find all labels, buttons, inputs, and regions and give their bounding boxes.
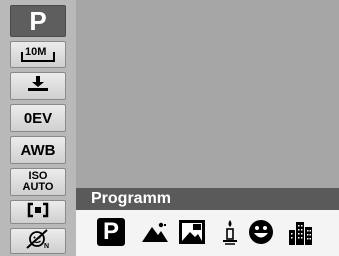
white-balance-button[interactable]: AWB: [10, 136, 66, 164]
scene-panel: Programm P: [76, 188, 339, 256]
image-size-button[interactable]: 10M: [10, 41, 66, 68]
face-detect-button[interactable]: N: [10, 228, 66, 254]
camera-screen: P 10M 0EV AWB ISO AUTO N Programm P: [0, 0, 339, 256]
exposure-label: 0EV: [23, 109, 53, 127]
mode-button[interactable]: P: [10, 5, 66, 37]
quality-button[interactable]: [10, 72, 66, 100]
metering-icon: [27, 202, 49, 223]
backlight-icon[interactable]: [177, 216, 207, 248]
iso-button[interactable]: ISO AUTO: [10, 168, 66, 196]
image-size-icon: 10M: [19, 46, 57, 64]
svg-text:N: N: [44, 243, 49, 249]
smile-icon[interactable]: [246, 216, 276, 248]
metering-button[interactable]: [10, 200, 66, 224]
scene-title: Programm: [91, 190, 172, 207]
quality-icon: [25, 75, 51, 98]
exposure-button[interactable]: 0EV: [10, 104, 66, 132]
night-city-icon[interactable]: [286, 216, 316, 248]
face-detect-off-icon: N: [24, 228, 52, 254]
program-icon[interactable]: P: [96, 216, 126, 248]
iso-value: AUTO: [22, 181, 54, 193]
candle-icon[interactable]: [215, 216, 245, 248]
mode-label: P: [29, 5, 47, 36]
left-menu: P 10M 0EV AWB ISO AUTO N: [0, 0, 76, 256]
program-badge-label: P: [97, 218, 125, 246]
image-size-label: 10M: [25, 45, 47, 58]
scene-title-bar: Programm: [76, 188, 339, 210]
white-balance-label: AWB: [20, 141, 56, 159]
scene-strip: P: [76, 210, 339, 256]
landscape-icon[interactable]: [140, 216, 170, 248]
